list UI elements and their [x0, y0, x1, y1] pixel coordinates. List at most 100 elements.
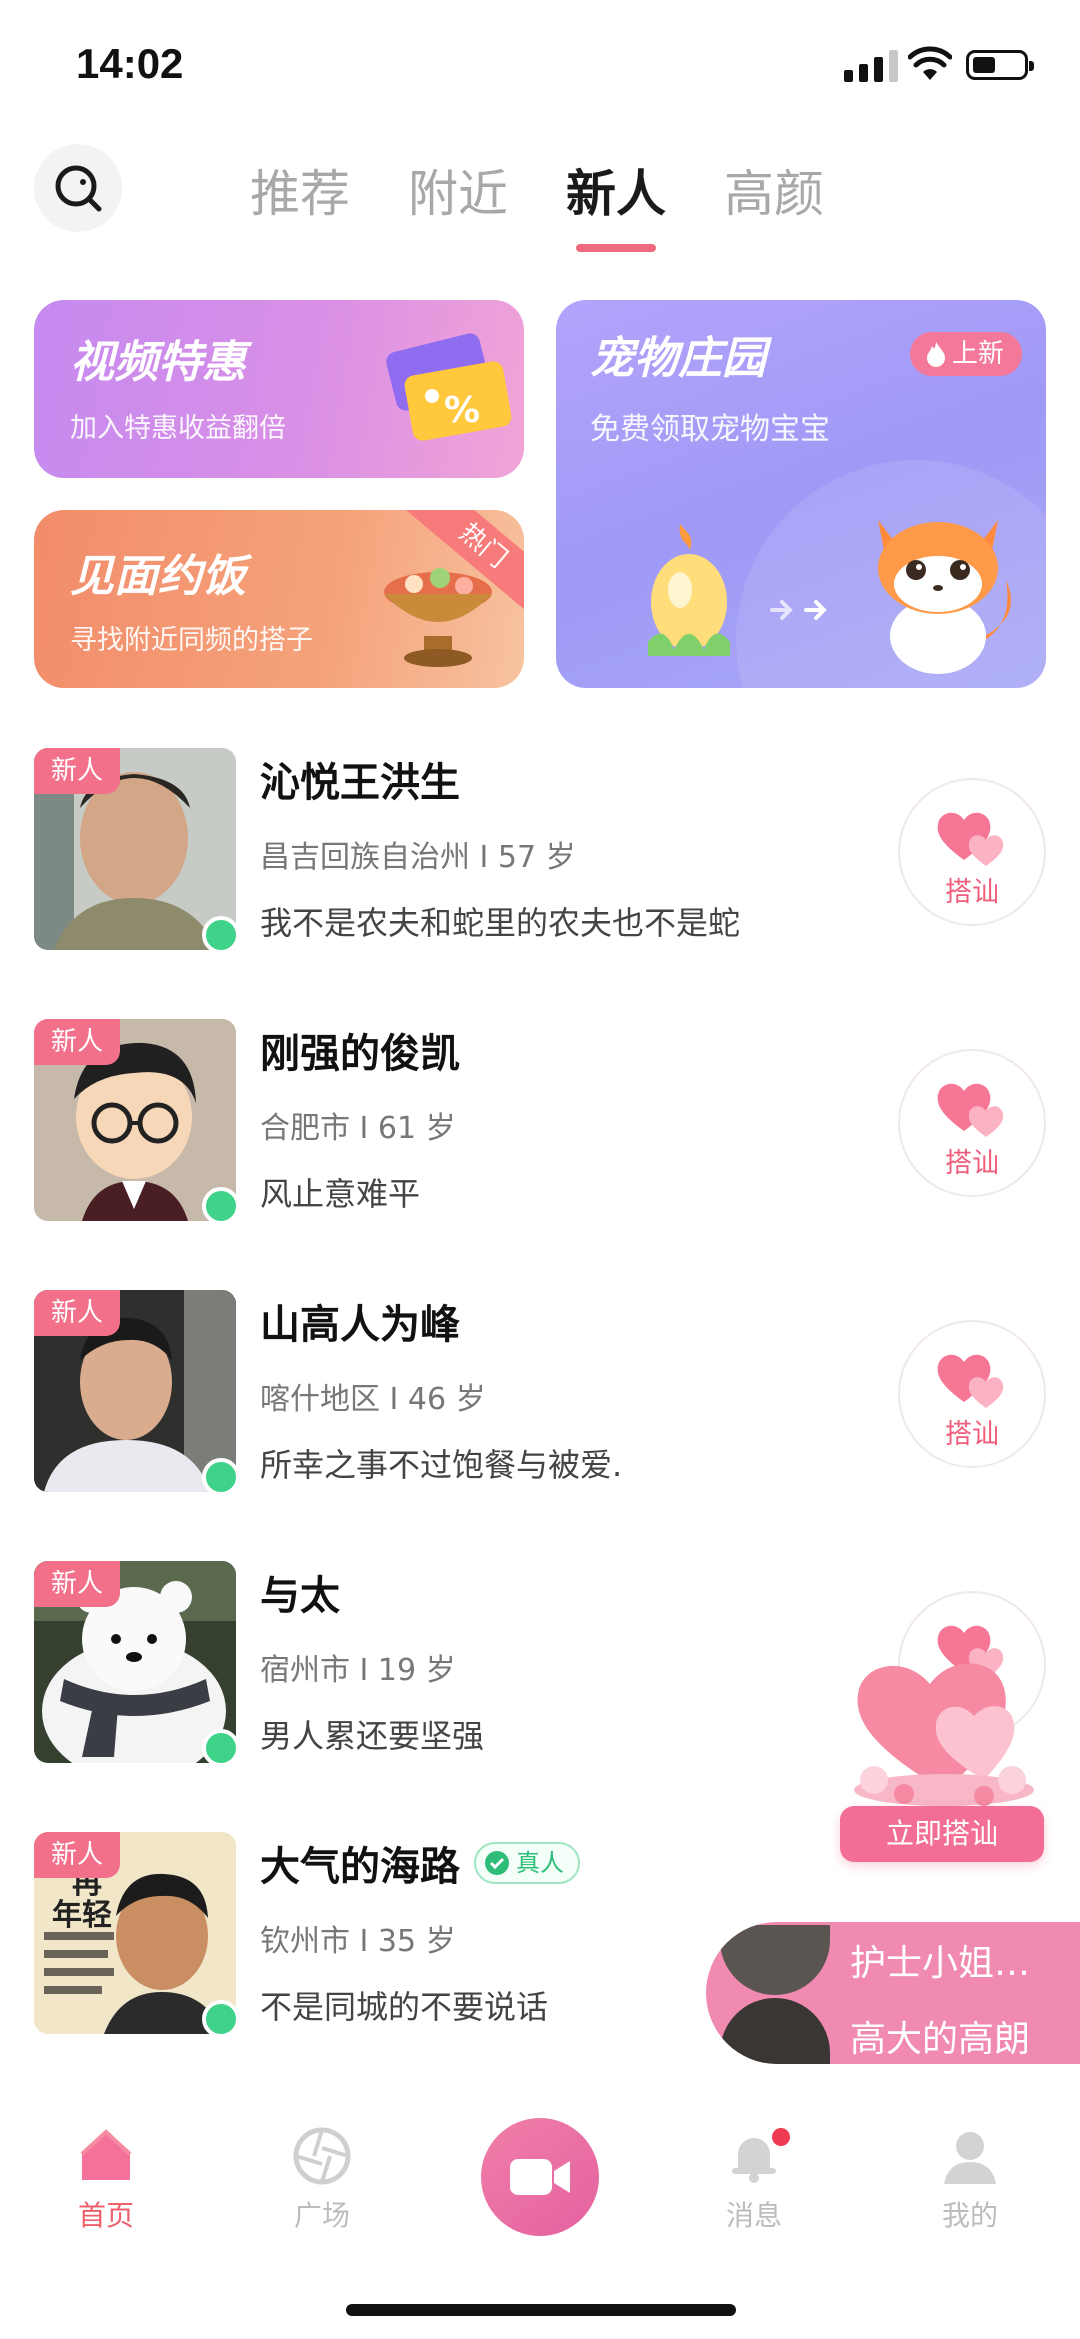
fox-pet-icon — [878, 520, 1011, 674]
greet-now-button[interactable]: 立即搭讪 — [840, 1806, 1044, 1862]
user-location-age: 昌吉回族自治州 I 57 岁 — [260, 840, 576, 875]
nav-home[interactable]: 首页 — [46, 2126, 166, 2234]
status-time: 14:02 — [76, 40, 184, 87]
meal-meetup-title: 见面约饭 — [70, 551, 246, 602]
svg-text:%: % — [444, 390, 480, 431]
nav-messages[interactable]: 消息 — [694, 2126, 814, 2234]
bottom-nav: 首页 广场 消息 我的 — [0, 2078, 1080, 2268]
video-call-button[interactable] — [481, 2118, 599, 2236]
greet-label: 搭讪 — [945, 1148, 999, 1179]
user-location-age: 合肥市 I 61 岁 — [260, 1111, 456, 1146]
new-user-tag: 新人 — [34, 1290, 120, 1336]
user-bio: 风止意难平 — [260, 1175, 421, 1213]
nav-home-label: 首页 — [77, 2199, 134, 2232]
user-bio: 男人累还要坚强 — [260, 1717, 485, 1755]
avatar-caption-2: 年轻 — [52, 1898, 112, 1933]
nav-me-label: 我的 — [941, 2199, 998, 2232]
list-item[interactable]: 新人 刚强的俊凯 合肥市 I 61 岁 风止意难平 搭讪 — [0, 1019, 1080, 1225]
new-user-tag: 新人 — [34, 1832, 120, 1878]
user-name-text: 山高人为峰 — [260, 1302, 460, 1348]
arrow-icon — [770, 600, 827, 620]
user-name: 沁悦王洪生 — [260, 750, 460, 808]
nav-square[interactable]: 广场 — [262, 2126, 382, 2234]
new-badge-label: 上新 — [951, 339, 1004, 369]
user-name-text: 大气的海路 — [260, 1844, 460, 1890]
wifi-icon — [908, 46, 952, 80]
top-tabs: 推荐 附近 新人 高颜 — [250, 154, 824, 252]
pet-manor-title: 宠物庄园 — [590, 333, 766, 384]
ticker-avatar — [720, 1998, 830, 2064]
video-offer-card[interactable]: 视频特惠 加入特惠收益翻倍 % — [34, 300, 524, 478]
signal-icon — [844, 50, 898, 82]
user-location-age: 钦州市 I 35 岁 — [260, 1924, 456, 1959]
meal-meetup-subtitle: 寻找附近同频的搭子 — [70, 625, 313, 656]
greet-button[interactable]: 搭讪 — [898, 1320, 1046, 1468]
hearts-gift-icon — [854, 1663, 1034, 1806]
nav-me[interactable]: 我的 — [910, 2126, 1030, 2234]
nav-square-label: 广场 — [293, 2199, 350, 2232]
nav-messages-label: 消息 — [725, 2199, 782, 2232]
online-status-dot — [202, 2000, 240, 2038]
status-bar: 14:02 — [0, 0, 1080, 130]
home-icon — [80, 2129, 132, 2180]
pet-manor-subtitle: 免费领取宠物宝宝 — [590, 412, 830, 447]
video-offer-title: 视频特惠 — [70, 337, 246, 388]
user-name-text: 沁悦王洪生 — [260, 760, 460, 806]
ticker-avatar — [720, 1925, 830, 1995]
user-name: 大气的海路 真人 — [260, 1834, 580, 1892]
flame-icon — [926, 342, 945, 367]
tab-nearby[interactable]: 附近 — [408, 154, 508, 226]
search-button[interactable] — [34, 144, 122, 232]
online-status-dot — [202, 1458, 240, 1496]
video-offer-subtitle: 加入特惠收益翻倍 — [70, 413, 286, 444]
home-indicator — [346, 2304, 736, 2316]
greet-label: 搭讪 — [945, 877, 999, 908]
user-location-age: 宿州市 I 19 岁 — [260, 1653, 456, 1688]
online-status-dot — [202, 1729, 240, 1767]
greet-button[interactable]: 搭讪 — [898, 778, 1046, 926]
list-item[interactable]: 新人 山高人为峰 喀什地区 I 46 岁 所幸之事不过饱餐与被爱. 搭讪 — [0, 1290, 1080, 1496]
verified-badge: 真人 — [474, 1842, 580, 1884]
unread-dot — [772, 2128, 790, 2146]
pet-egg-icon — [648, 524, 730, 656]
online-status-dot — [202, 916, 240, 954]
live-ticker[interactable]: 护士小姐… 高大的高朗 — [706, 1922, 1080, 2064]
user-name: 刚强的俊凯 — [260, 1021, 460, 1079]
hearts-icon — [937, 1083, 1004, 1137]
ticker-name: 护士小姐… — [850, 1943, 1031, 1984]
ticker-item[interactable]: 高大的高朗 — [706, 1998, 1030, 2064]
tab-newcomers[interactable]: 新人 — [566, 154, 666, 252]
hearts-icon — [937, 1354, 1004, 1408]
greet-label: 搭讪 — [945, 1419, 999, 1450]
meal-meetup-card[interactable]: 见面约饭 寻找附近同频的搭子 热门 — [34, 510, 524, 688]
search-icon — [55, 165, 102, 212]
user-name-text: 刚强的俊凯 — [260, 1031, 460, 1077]
pet-manor-card[interactable]: 宠物庄园 免费领取宠物宝宝 上新 — [556, 300, 1046, 688]
coupon-icon: % — [386, 333, 512, 441]
user-name: 山高人为峰 — [260, 1292, 460, 1350]
greet-button[interactable]: 搭讪 — [898, 1049, 1046, 1197]
verified-label: 真人 — [516, 1849, 564, 1877]
tab-recommend[interactable]: 推荐 — [250, 154, 350, 226]
new-user-tag: 新人 — [34, 1019, 120, 1065]
user-bio: 不是同城的不要说话 — [260, 1988, 549, 2026]
new-user-tag: 新人 — [34, 1561, 120, 1607]
aperture-icon — [293, 2127, 351, 2185]
ticker-name: 高大的高朗 — [850, 2019, 1031, 2060]
video-camera-icon — [510, 2159, 570, 2195]
tab-good-looking[interactable]: 高颜 — [724, 154, 824, 226]
user-icon — [944, 2132, 996, 2184]
user-bio: 我不是农夫和蛇里的农夫也不是蛇 — [260, 904, 741, 942]
online-status-dot — [202, 1187, 240, 1225]
hearts-icon — [937, 812, 1004, 866]
ticker-item[interactable]: 护士小姐… — [706, 1922, 1030, 1998]
new-user-tag: 新人 — [34, 748, 120, 794]
verified-check-icon — [485, 1851, 509, 1875]
user-name-text: 与太 — [260, 1573, 340, 1619]
user-location-age: 喀什地区 I 46 岁 — [260, 1382, 486, 1417]
new-badge: 上新 — [909, 332, 1022, 376]
battery-icon — [966, 50, 1034, 80]
hotpot-icon — [384, 568, 492, 667]
user-bio: 所幸之事不过饱餐与被爱. — [260, 1446, 623, 1484]
list-item[interactable]: 新人 沁悦王洪生 昌吉回族自治州 I 57 岁 我不是农夫和蛇里的农夫也不是蛇 … — [0, 748, 1080, 954]
